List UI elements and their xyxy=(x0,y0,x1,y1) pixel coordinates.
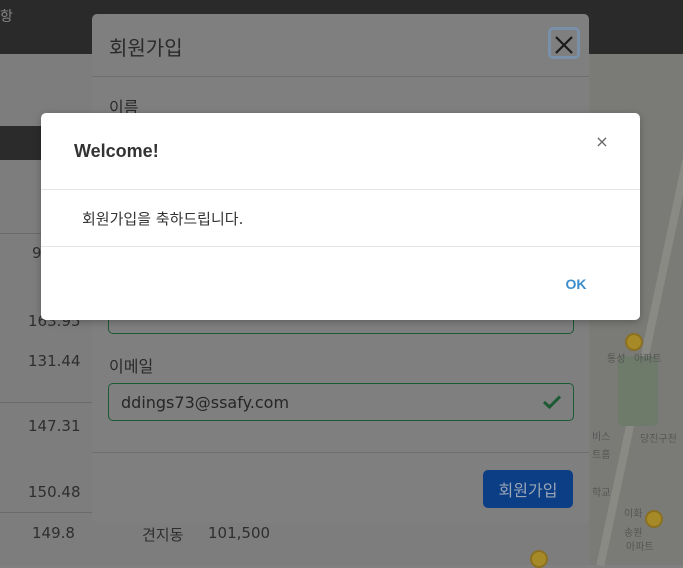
map-label: 트홈 xyxy=(592,450,611,461)
check-icon xyxy=(543,395,561,409)
map-park xyxy=(618,356,658,426)
table-cell-area: 149.8 xyxy=(32,524,75,542)
close-icon xyxy=(555,36,573,54)
dialog-divider xyxy=(41,246,640,247)
map-label: 비스 xyxy=(592,432,611,443)
map-marker-icon[interactable] xyxy=(625,333,643,351)
signup-submit-button[interactable]: 회원가입 xyxy=(483,470,573,508)
map-label: 이화 xyxy=(624,509,643,520)
table-cell: 131.44 xyxy=(28,352,81,370)
table-cell: 150.48 xyxy=(28,483,81,501)
map-marker-icon[interactable] xyxy=(530,550,548,568)
map-label: 학교 xyxy=(592,488,611,499)
table-cell: 147.31 xyxy=(28,417,81,435)
welcome-dialog-title: Welcome! xyxy=(74,141,159,161)
welcome-dialog: Welcome! × 회원가입을 축하드립니다. OK xyxy=(41,113,640,320)
map-label: 아파트 xyxy=(634,354,662,365)
table-divider xyxy=(0,512,100,513)
signup-close-button[interactable] xyxy=(548,27,580,59)
email-value: ddings73@ssafy.com xyxy=(121,392,290,412)
map-label: 아파트 xyxy=(626,542,654,553)
table-divider xyxy=(0,402,100,403)
dialog-divider xyxy=(41,189,640,190)
welcome-message: 회원가입을 축하드립니다. xyxy=(82,210,244,228)
map-marker-icon[interactable] xyxy=(645,510,663,528)
map-label: 통성 xyxy=(607,354,626,365)
table-cell-price: 101,500 xyxy=(208,524,271,542)
close-icon[interactable]: × xyxy=(592,132,612,152)
ok-button[interactable]: OK xyxy=(556,271,596,297)
header-text: 항 xyxy=(0,9,13,25)
map-label: 송원 xyxy=(624,528,643,539)
modal-divider xyxy=(92,76,589,77)
signup-modal-title: 회원가입 xyxy=(109,36,183,60)
table-cell-dong: 견지동 xyxy=(142,526,184,544)
email-field[interactable]: ddings73@ssafy.com xyxy=(108,383,574,421)
map-label: 당진구천 xyxy=(640,434,677,445)
modal-divider xyxy=(92,452,589,453)
email-label: 이메일 xyxy=(109,357,154,376)
